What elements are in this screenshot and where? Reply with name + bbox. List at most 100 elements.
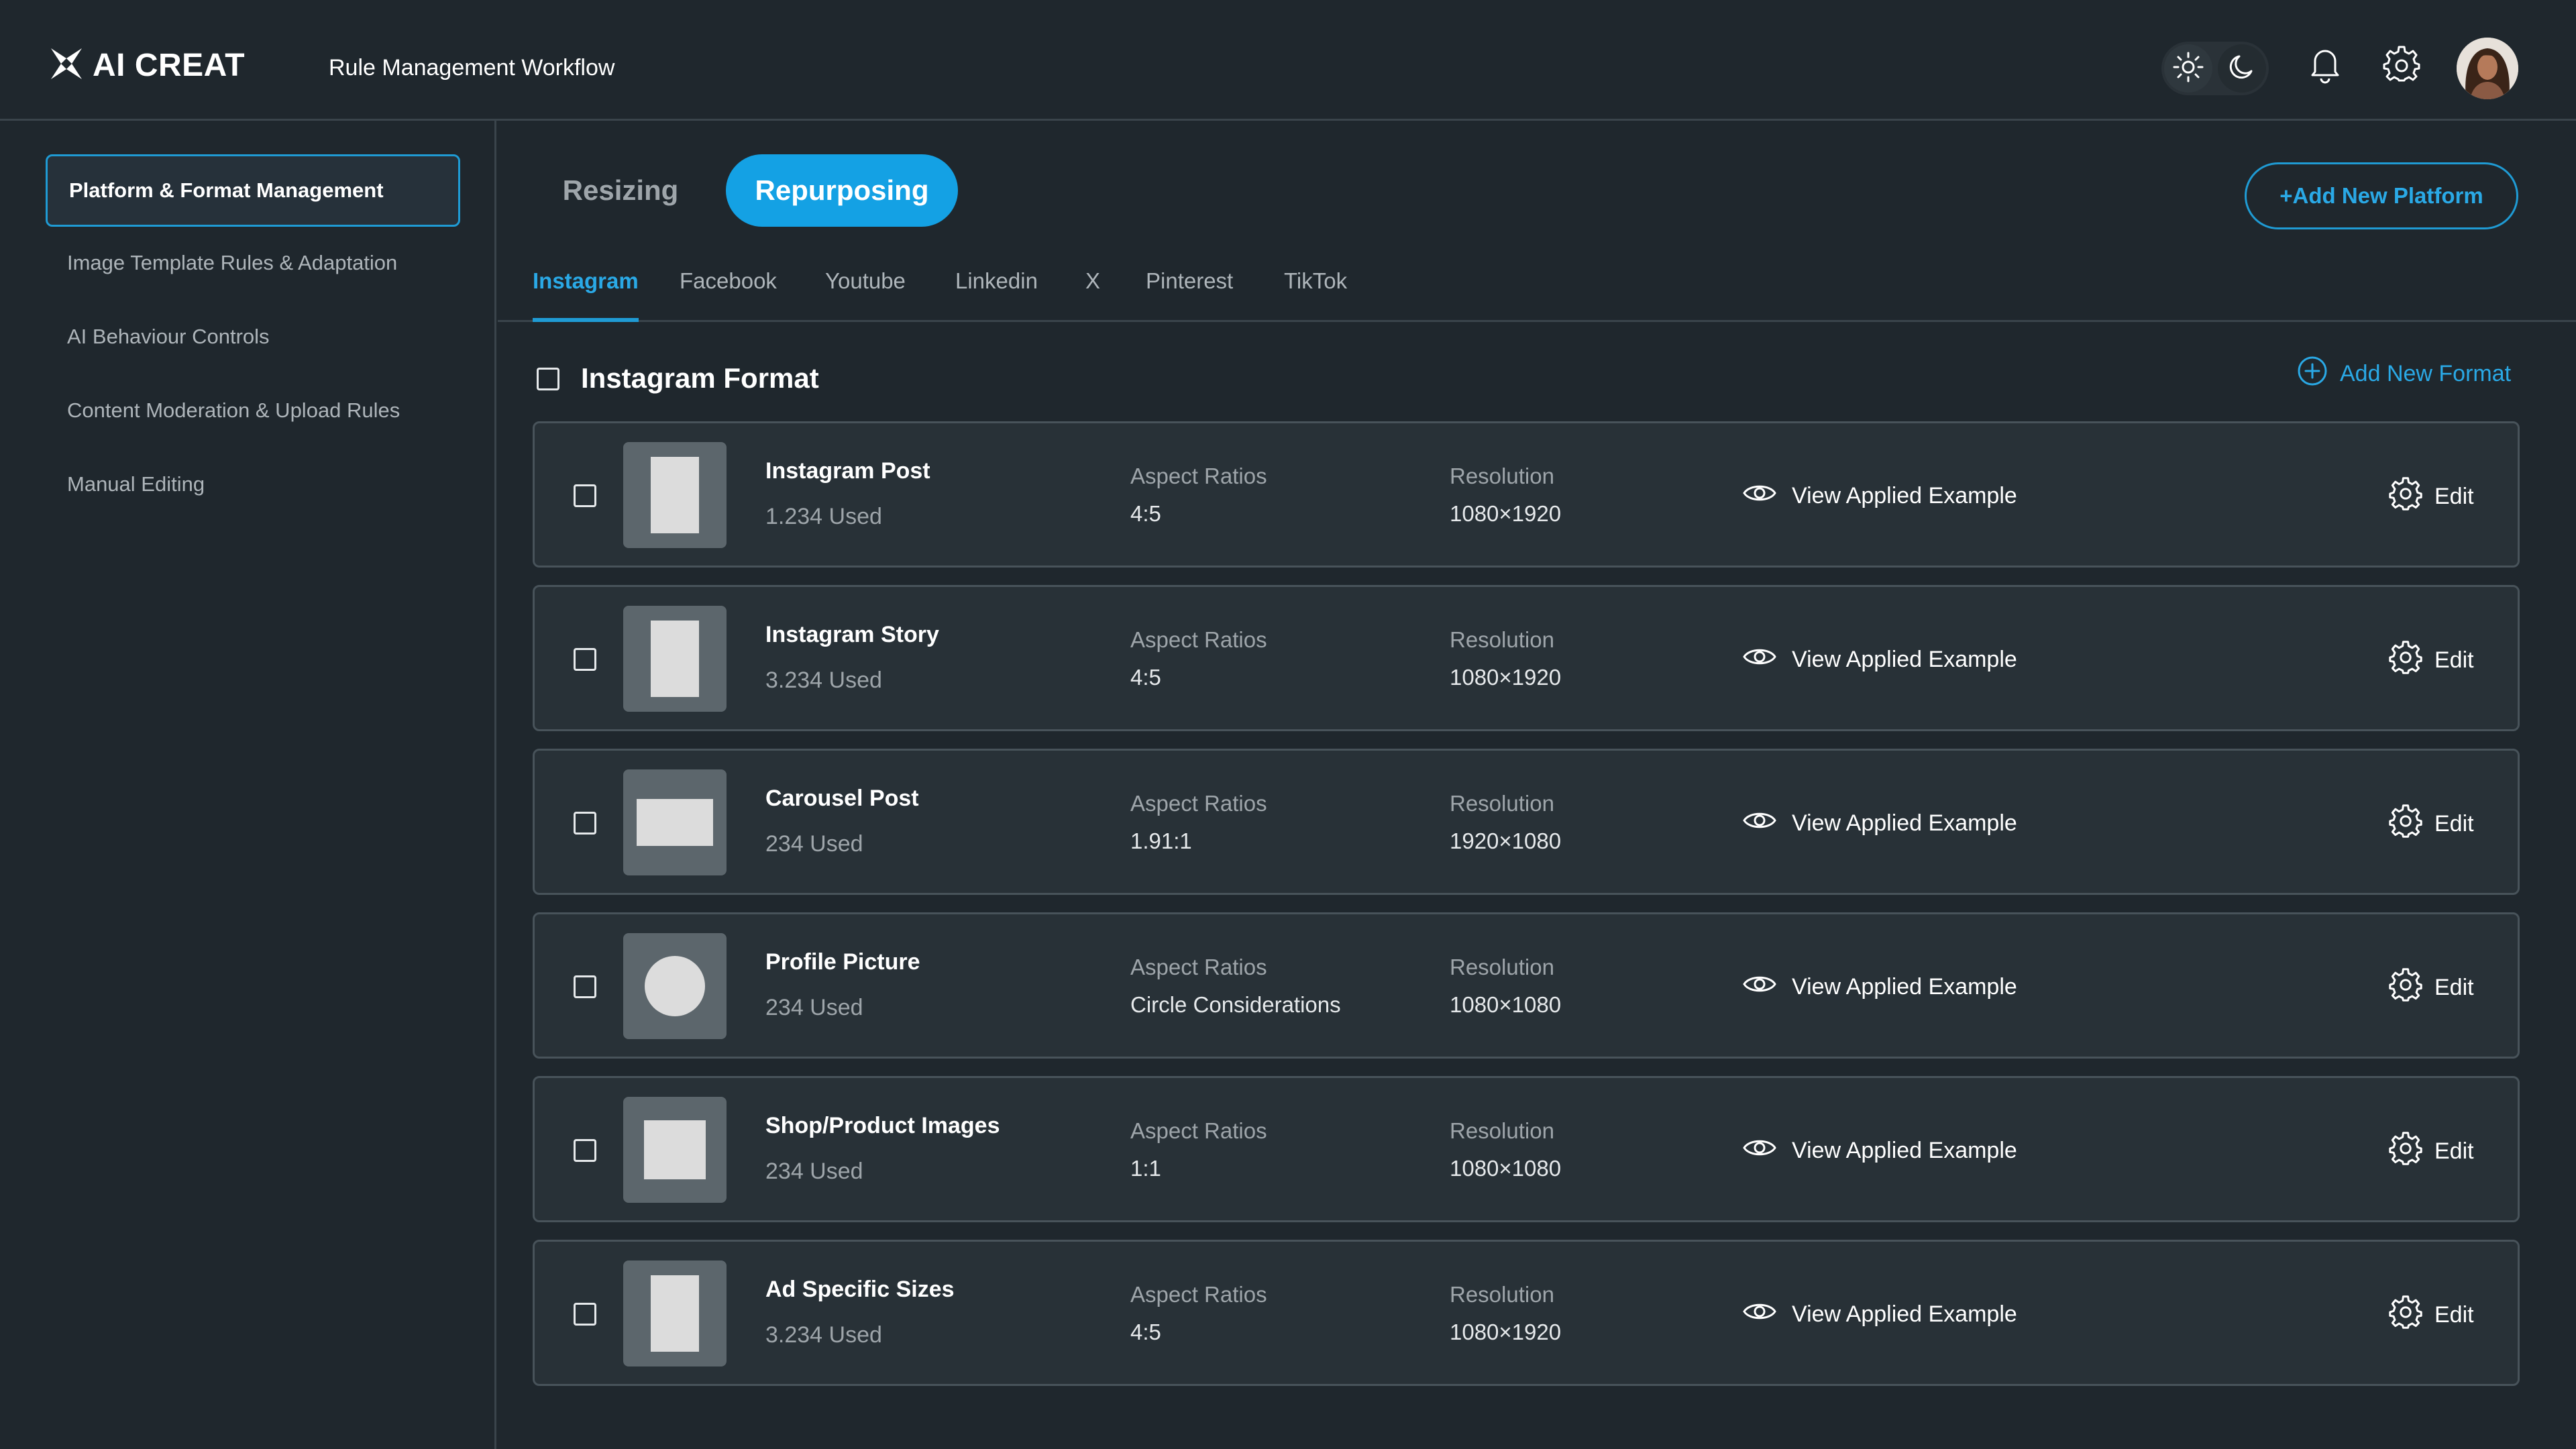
aspect-ratio-value: 1:1 <box>1130 1156 1161 1181</box>
aspect-ratio-value: 4:5 <box>1130 501 1161 526</box>
view-applied-example-label: View Applied Example <box>1792 974 2017 1000</box>
light-mode-button[interactable] <box>2164 44 2212 93</box>
aspect-ratio-value: 4:5 <box>1130 1320 1161 1344</box>
tab-facebook[interactable]: Facebook <box>680 268 777 320</box>
aspect-ratio-value: Circle Considerations <box>1130 992 1341 1017</box>
resolution-value: 1080×1920 <box>1450 501 1562 526</box>
format-name: Instagram Story <box>765 622 939 647</box>
tab-x[interactable]: X <box>1085 268 1100 320</box>
edit-label: Edit <box>2434 1302 2474 1328</box>
edit-button[interactable]: Edit <box>2389 968 2474 1008</box>
view-applied-example-button[interactable]: View Applied Example <box>1742 1134 2017 1167</box>
add-new-format-button[interactable]: Add New Format <box>2297 356 2511 392</box>
thumbnail-shape <box>651 457 699 533</box>
tab-youtube[interactable]: Youtube <box>825 268 906 320</box>
edit-label: Edit <box>2434 647 2474 673</box>
row-checkbox[interactable] <box>574 812 596 835</box>
format-thumbnail <box>623 606 727 712</box>
view-applied-example-button[interactable]: View Applied Example <box>1742 807 2017 840</box>
tab-linkedin[interactable]: Linkedin <box>955 268 1038 320</box>
gear-icon <box>2383 46 2420 87</box>
sidebar-item-platform-format[interactable]: Platform & Format Management <box>46 154 460 227</box>
format-name: Ad Specific Sizes <box>765 1277 955 1302</box>
theme-toggle[interactable] <box>2161 42 2269 95</box>
aspect-ratio-label: Aspect Ratios <box>1130 464 1267 488</box>
format-name: Instagram Post <box>765 458 930 484</box>
resolution-value: 1080×1080 <box>1450 1156 1562 1181</box>
resolution-label: Resolution <box>1450 955 1554 979</box>
view-applied-example-label: View Applied Example <box>1792 1138 2017 1163</box>
row-checkbox[interactable] <box>574 1139 596 1162</box>
settings-button[interactable] <box>2380 44 2423 87</box>
resolution-label: Resolution <box>1450 1282 1554 1307</box>
edit-button[interactable]: Edit <box>2389 804 2474 844</box>
view-applied-example-label: View Applied Example <box>1792 483 2017 508</box>
format-row: Profile Picture 234 Used Aspect Ratios C… <box>533 912 2520 1059</box>
edit-label: Edit <box>2434 484 2474 509</box>
view-applied-example-button[interactable]: View Applied Example <box>1742 480 2017 513</box>
platform-tabs: Instagram Facebook Youtube Linkedin X Pi… <box>498 268 2576 322</box>
eye-icon <box>1742 807 1792 840</box>
row-checkbox[interactable] <box>574 648 596 671</box>
sun-icon <box>2171 50 2205 87</box>
tab-instagram[interactable]: Instagram <box>533 268 639 322</box>
thumbnail-shape <box>645 956 705 1016</box>
sidebar-item-image-template-rules[interactable]: Image Template Rules & Adaptation <box>46 227 460 299</box>
aspect-ratio-label: Aspect Ratios <box>1130 791 1267 816</box>
format-usage-count: 1.234 Used <box>765 504 882 529</box>
add-new-platform-button[interactable]: +Add New Platform <box>2245 162 2518 229</box>
tab-tiktok[interactable]: TikTok <box>1284 268 1347 320</box>
edit-button[interactable]: Edit <box>2389 477 2474 517</box>
avatar[interactable] <box>2457 38 2518 99</box>
format-list: Instagram Post 1.234 Used Aspect Ratios … <box>533 421 2520 1403</box>
edit-button[interactable]: Edit <box>2389 641 2474 680</box>
format-row: Ad Specific Sizes 3.234 Used Aspect Rati… <box>533 1240 2520 1386</box>
row-checkbox[interactable] <box>574 484 596 507</box>
sidebar-item-content-moderation[interactable]: Content Moderation & Upload Rules <box>46 374 460 447</box>
tab-repurposing[interactable]: Repurposing <box>726 154 958 227</box>
aspect-ratio-label: Aspect Ratios <box>1130 1282 1267 1307</box>
gear-icon <box>2389 1295 2434 1335</box>
format-thumbnail <box>623 442 727 548</box>
format-usage-count: 234 Used <box>765 1159 863 1184</box>
format-row: Instagram Story 3.234 Used Aspect Ratios… <box>533 585 2520 731</box>
edit-button[interactable]: Edit <box>2389 1132 2474 1171</box>
dark-mode-button[interactable] <box>2218 44 2266 93</box>
notifications-button[interactable] <box>2304 44 2347 87</box>
tab-resizing[interactable]: Resizing <box>537 154 704 227</box>
row-checkbox[interactable] <box>574 1303 596 1326</box>
format-row: Shop/Product Images 234 Used Aspect Rati… <box>533 1076 2520 1222</box>
page-title: Rule Management Workflow <box>329 55 615 80</box>
edit-label: Edit <box>2434 811 2474 837</box>
aspect-ratio-label: Aspect Ratios <box>1130 1118 1267 1143</box>
logo-text: AI CREAT <box>93 48 246 83</box>
view-applied-example-button[interactable]: View Applied Example <box>1742 971 2017 1004</box>
edit-label: Edit <box>2434 975 2474 1000</box>
resolution-value: 1920×1080 <box>1450 828 1562 853</box>
resolution-label: Resolution <box>1450 627 1554 652</box>
plus-circle-icon <box>2297 356 2340 392</box>
select-all-checkbox[interactable] <box>537 368 559 390</box>
gear-icon <box>2389 1132 2434 1171</box>
resolution-value: 1080×1920 <box>1450 1320 1562 1344</box>
format-thumbnail <box>623 1260 727 1366</box>
sidebar-item-manual-editing[interactable]: Manual Editing <box>46 448 460 521</box>
view-applied-example-button[interactable]: View Applied Example <box>1742 1298 2017 1331</box>
thumbnail-shape <box>637 799 713 846</box>
format-row: Carousel Post 234 Used Aspect Ratios 1.9… <box>533 749 2520 895</box>
format-usage-count: 234 Used <box>765 831 863 857</box>
view-applied-example-button[interactable]: View Applied Example <box>1742 643 2017 676</box>
edit-button[interactable]: Edit <box>2389 1295 2474 1335</box>
logo[interactable]: AI CREAT <box>47 44 245 87</box>
format-usage-count: 3.234 Used <box>765 1322 882 1348</box>
tab-pinterest[interactable]: Pinterest <box>1146 268 1233 320</box>
row-checkbox[interactable] <box>574 975 596 998</box>
gear-icon <box>2389 804 2434 844</box>
resolution-label: Resolution <box>1450 464 1554 488</box>
format-usage-count: 3.234 Used <box>765 667 882 693</box>
sidebar: Platform & Format Management Image Templ… <box>0 121 496 1449</box>
sidebar-item-ai-behaviour[interactable]: AI Behaviour Controls <box>46 301 460 373</box>
resolution-label: Resolution <box>1450 791 1554 816</box>
eye-icon <box>1742 480 1792 513</box>
resolution-label: Resolution <box>1450 1118 1554 1143</box>
